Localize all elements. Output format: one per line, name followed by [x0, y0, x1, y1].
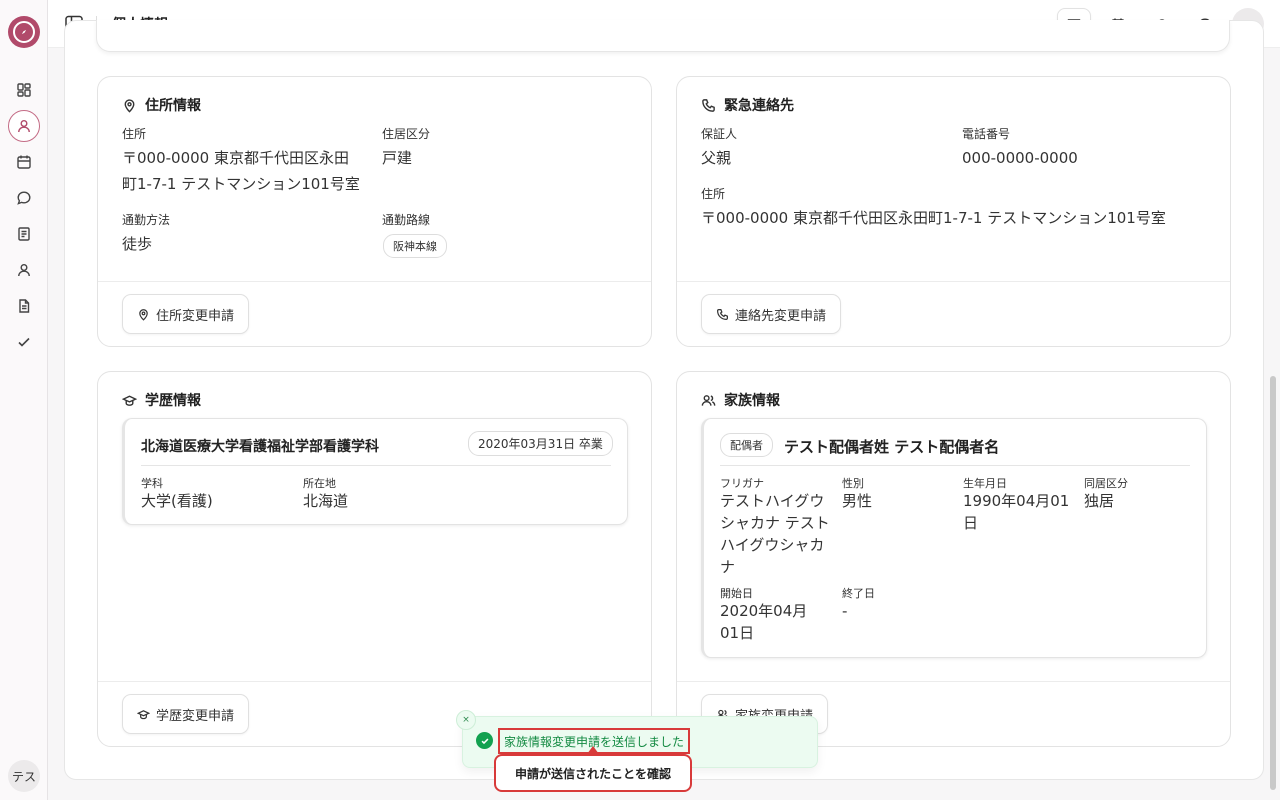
location-value: 北海道 — [303, 492, 349, 510]
emergency-card-title: 緊急連絡先 — [701, 95, 794, 115]
page-scrollbar[interactable] — [1270, 376, 1276, 790]
graduation-badge: 2020年03月31日 卒業 — [468, 431, 613, 456]
phone-icon — [717, 308, 728, 320]
address-change-button[interactable]: 住所変更申請 — [122, 294, 250, 334]
living-status-value: 独居 — [1084, 492, 1115, 510]
commute-method-label: 通勤方法 — [122, 213, 171, 227]
emergency-address-value: 〒000-0000 東京都千代田区永田町1-7-1 テストマンション101号室 — [701, 209, 1166, 227]
phone-label: 電話番号 — [962, 127, 1011, 141]
phone-value: 000-0000-0000 — [962, 149, 1078, 167]
department-value: 大学(看護) — [141, 492, 213, 510]
education-card-title: 学歴情報 — [122, 390, 201, 410]
birthdate-value: 1990年04月01日 — [963, 492, 1070, 532]
user-icon[interactable] — [12, 258, 36, 282]
graduation-cap-icon — [137, 709, 150, 719]
living-status-label: 同居区分 — [1084, 477, 1128, 490]
education-divider — [141, 465, 611, 466]
profile-icon[interactable] — [8, 110, 40, 142]
family-member-entry: 配偶者 テスト配偶者姓 テスト配偶者名 フリガナ テストハイグウシャカナ テスト… — [701, 418, 1207, 658]
address-card-footer — [98, 281, 651, 282]
emergency-card-footer — [677, 281, 1230, 282]
education-entry: 北海道医療大学看護福祉学部看護学科 2020年03月31日 卒業 学科 大学(看… — [122, 418, 628, 525]
dashboard-icon[interactable] — [12, 78, 36, 102]
birthdate-label: 生年月日 — [963, 477, 1007, 490]
family-card-footer — [677, 681, 1230, 682]
commute-route-label: 通勤路線 — [382, 213, 431, 227]
end-date-label: 終了日 — [842, 587, 875, 600]
calendar-icon[interactable] — [12, 150, 36, 174]
guarantor-value: 父親 — [701, 149, 732, 167]
family-card: 家族情報 配偶者 テスト配偶者姓 テスト配偶者名 フリガナ テストハイグウシャカ… — [676, 371, 1231, 747]
department-label: 学科 — [141, 477, 163, 490]
family-member-name: テスト配偶者姓 テスト配偶者名 — [784, 438, 1000, 456]
emergency-contact-card: 緊急連絡先 保証人 父親 電話番号 000-0000-0000 住所 〒000-… — [676, 76, 1231, 347]
education-card: 学歴情報 北海道医療大学看護福祉学部看護学科 2020年03月31日 卒業 学科… — [97, 371, 652, 747]
emergency-address-label: 住所 — [701, 187, 726, 201]
map-pin-icon — [124, 98, 135, 113]
map-pin-icon — [139, 308, 148, 321]
phone-icon — [702, 98, 715, 112]
education-card-footer — [98, 681, 651, 682]
housing-label: 住居区分 — [382, 127, 431, 141]
previous-card-bottom — [96, 20, 1230, 52]
app-logo-icon[interactable] — [8, 16, 40, 48]
relation-badge: 配偶者 — [720, 433, 773, 457]
start-date-value: 2020年04月01日 — [720, 602, 808, 642]
end-date-value: - — [842, 602, 848, 620]
furigana-label: フリガナ — [720, 477, 764, 490]
school-name: 北海道医療大学看護福祉学部看護学科 — [141, 439, 379, 455]
annotation-callout: 申請が送信されたことを確認 — [494, 754, 692, 792]
furigana-value: テストハイグウシャカナ テストハイグウシャカナ — [720, 492, 830, 576]
sidebar: テス — [0, 0, 48, 800]
check-icon[interactable] — [12, 330, 36, 354]
family-divider — [720, 465, 1190, 466]
family-card-title: 家族情報 — [701, 390, 780, 410]
housing-value: 戸建 — [382, 149, 413, 167]
address-value: 〒000-0000 東京都千代田区永田町1-7-1 テストマンション101号室 — [122, 149, 360, 193]
commute-method-value: 徒歩 — [122, 235, 153, 253]
address-card-title: 住所情報 — [122, 95, 201, 115]
users-icon — [701, 394, 716, 406]
chat-icon[interactable] — [12, 186, 36, 210]
success-check-icon — [476, 732, 493, 749]
location-label: 所在地 — [303, 477, 336, 490]
education-change-button[interactable]: 学歴変更申請 — [122, 694, 250, 734]
toast-close-icon[interactable]: × — [456, 710, 476, 730]
commute-route-tag: 阪神本線 — [383, 234, 447, 258]
contact-change-button[interactable]: 連絡先変更申請 — [701, 294, 842, 334]
document-icon[interactable] — [12, 294, 36, 318]
address-card: 住所情報 住所 〒000-0000 東京都千代田区永田町1-7-1 テストマンシ… — [97, 76, 652, 347]
gender-value: 男性 — [842, 492, 873, 510]
guarantor-label: 保証人 — [701, 127, 738, 141]
notebook-icon[interactable] — [12, 222, 36, 246]
gender-label: 性別 — [842, 477, 864, 490]
address-label: 住所 — [122, 127, 147, 141]
graduation-cap-icon — [122, 395, 137, 406]
user-avatar[interactable]: テス — [8, 760, 40, 792]
callout-arrow — [587, 746, 599, 754]
start-date-label: 開始日 — [720, 587, 753, 600]
